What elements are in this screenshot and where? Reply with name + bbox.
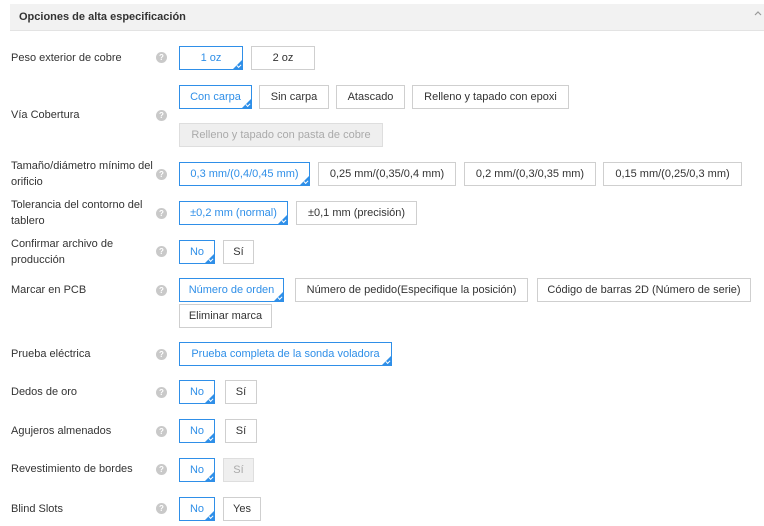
option-tolerance-normal[interactable]: ±0,2 mm (normal) bbox=[179, 201, 288, 225]
option-test-flying-probe[interactable]: Prueba completa de la sonda voladora bbox=[179, 342, 392, 366]
option-gold-fingers-no[interactable]: No bbox=[179, 380, 215, 404]
help-icon[interactable]: ? bbox=[156, 387, 167, 398]
help-icon[interactable]: ? bbox=[156, 349, 167, 360]
option-hole-0-2mm[interactable]: 0,2 mm/(0,3/0,35 mm) bbox=[464, 162, 596, 186]
section-header[interactable]: Opciones de alta especificación bbox=[10, 4, 764, 31]
option-copper-2oz[interactable]: 2 oz bbox=[251, 46, 315, 70]
help-icon[interactable]: ? bbox=[156, 426, 167, 437]
option-via-con-carpa[interactable]: Con carpa bbox=[179, 85, 252, 109]
help-icon[interactable]: ? bbox=[156, 285, 167, 296]
chevron-up-icon[interactable] bbox=[754, 9, 762, 17]
label-tamano-orificio: Tamaño/diámetro mínimo del orificio bbox=[11, 160, 153, 188]
option-hole-0-25mm[interactable]: 0,25 mm/(0,35/0,4 mm) bbox=[318, 162, 456, 186]
option-mark-numero-orden[interactable]: Número de orden bbox=[179, 278, 284, 302]
help-icon[interactable]: ? bbox=[156, 246, 167, 257]
label-prueba-electrica: Prueba eléctrica bbox=[11, 348, 91, 360]
option-confirm-si[interactable]: Sí bbox=[223, 240, 254, 264]
option-via-sin-carpa[interactable]: Sin carpa bbox=[259, 85, 329, 109]
help-icon[interactable]: ? bbox=[156, 52, 167, 63]
label-tolerancia-contorno: Tolerancia del contorno del tablero bbox=[11, 199, 143, 227]
label-blind-slots: Blind Slots bbox=[11, 503, 63, 515]
label-marcar-pcb: Marcar en PCB bbox=[11, 284, 87, 296]
label-agujeros-almenados: Agujeros almenados bbox=[11, 425, 112, 437]
option-via-relleno-pasta-cobre: Relleno y tapado con pasta de cobre bbox=[179, 123, 383, 147]
option-via-relleno-epoxi[interactable]: Relleno y tapado con epoxi bbox=[412, 85, 569, 109]
help-icon[interactable]: ? bbox=[156, 503, 167, 514]
option-gold-fingers-si[interactable]: Sí bbox=[225, 380, 257, 404]
section-title: Opciones de alta especificación bbox=[19, 11, 186, 23]
option-mark-numero-pedido[interactable]: Número de pedido(Especifique la posición… bbox=[295, 278, 528, 302]
label-via-cobertura: Vía Cobertura bbox=[11, 109, 80, 121]
option-via-atascado[interactable]: Atascado bbox=[336, 85, 405, 109]
option-edge-plating-no[interactable]: No bbox=[179, 458, 215, 482]
help-icon[interactable]: ? bbox=[156, 208, 167, 219]
option-copper-1oz[interactable]: 1 oz bbox=[179, 46, 243, 70]
option-blind-slots-no[interactable]: No bbox=[179, 497, 215, 521]
option-mark-eliminar[interactable]: Eliminar marca bbox=[179, 304, 272, 328]
help-icon[interactable]: ? bbox=[156, 110, 167, 121]
label-confirmar-archivo: Confirmar archivo de producción bbox=[11, 238, 114, 266]
option-confirm-no[interactable]: No bbox=[179, 240, 215, 264]
option-blind-slots-yes[interactable]: Yes bbox=[223, 497, 261, 521]
option-hole-0-3mm[interactable]: 0,3 mm/(0,4/0,45 mm) bbox=[179, 162, 310, 186]
option-tolerance-precision[interactable]: ±0,1 mm (precisión) bbox=[296, 201, 417, 225]
option-castellated-si[interactable]: Sí bbox=[225, 419, 257, 443]
help-icon[interactable]: ? bbox=[156, 464, 167, 475]
help-icon[interactable]: ? bbox=[156, 169, 167, 180]
option-hole-0-15mm[interactable]: 0,15 mm/(0,25/0,3 mm) bbox=[603, 162, 742, 186]
label-dedos-oro: Dedos de oro bbox=[11, 386, 78, 398]
label-revestimiento-bordes: Revestimiento de bordes bbox=[11, 463, 133, 475]
option-castellated-no[interactable]: No bbox=[179, 419, 215, 443]
option-mark-codigo-barras[interactable]: Código de barras 2D (Número de serie) bbox=[537, 278, 751, 302]
label-peso-exterior-cobre: Peso exterior de cobre bbox=[11, 52, 122, 64]
option-edge-plating-si: Sí bbox=[223, 458, 254, 482]
